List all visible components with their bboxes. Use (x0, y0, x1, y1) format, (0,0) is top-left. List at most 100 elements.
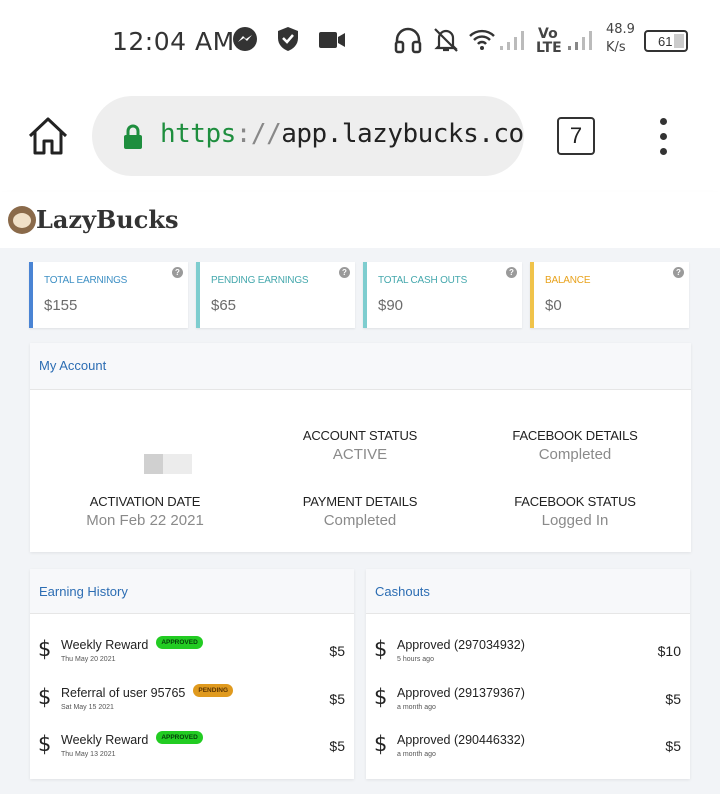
dollar-icon: $ (38, 732, 52, 756)
panel-header: Cashouts (366, 569, 690, 614)
facebook-status-label: FACEBOOK STATUS (514, 494, 636, 509)
stat-accent (196, 262, 200, 328)
browser-toolbar: https://app.lazybucks.co 7 (0, 80, 720, 192)
stat-label: Total Earnings (44, 275, 128, 286)
panel-header: Earning History (30, 569, 354, 614)
stat-label: Total Cash Outs (378, 275, 468, 286)
url-scheme: https (160, 119, 236, 149)
app-header: LazyBucks (0, 192, 720, 248)
stat-card-pending-earnings: Pending Earnings $65 ? (196, 262, 355, 328)
battery-icon: 61 (644, 30, 688, 52)
panel-header: My Account (30, 343, 691, 390)
cashouts-panel: Cashouts $ Approved (297034932) 5 hours … (366, 569, 690, 779)
stat-accent (530, 262, 534, 328)
status-bar: 12:04 AM Vo LTE 48.9 K/s 61 (0, 0, 720, 80)
payment-details-value: Completed (323, 512, 397, 529)
video-camera-icon (319, 32, 345, 48)
stat-value: $155 (44, 297, 78, 314)
facebook-status-value: Logged In (541, 512, 609, 529)
row-amount: $5 (665, 691, 681, 707)
tab-switcher-button[interactable]: 7 (557, 117, 595, 155)
row-title-text: Referral of user 95765 (61, 686, 186, 700)
app-logo-text[interactable]: LazyBucks (36, 205, 179, 234)
home-icon[interactable] (26, 116, 70, 156)
row-amount: $5 (329, 643, 345, 659)
stat-value: $65 (211, 297, 237, 314)
signal-icon (568, 31, 592, 50)
stat-label: Pending Earnings (211, 275, 309, 286)
my-account-panel: My Account ACCOUNT STATUS ACTIVE FACEBOO… (30, 343, 691, 552)
row-title: Approved (290446332) (397, 733, 525, 747)
activation-date-value: Mon Feb 22 2021 (86, 512, 204, 529)
stat-label: Balance (545, 275, 591, 286)
facebook-details-value: Completed (538, 446, 612, 463)
status-badge: APPROVED (156, 731, 203, 745)
panel-title: Cashouts (375, 584, 430, 599)
activation-date-label: ACTIVATION DATE (89, 494, 201, 509)
row-date: Thu May 20 2021 (61, 656, 116, 663)
row-date: Thu May 13 2021 (61, 751, 116, 758)
row-date: a month ago (397, 704, 436, 711)
notifications-off-icon (434, 28, 458, 52)
row-date: Sat May 15 2021 (61, 704, 114, 711)
stat-value: $0 (545, 297, 562, 314)
row-amount: $5 (329, 691, 345, 707)
dollar-icon: $ (374, 637, 388, 661)
row-title-text: Weekly Reward (61, 733, 149, 747)
dollar-icon: $ (374, 732, 388, 756)
network-speed-unit: K/s (606, 40, 626, 55)
status-time: 12:04 AM (112, 27, 235, 56)
sloth-logo-face (13, 213, 31, 228)
help-icon[interactable]: ? (339, 267, 350, 278)
help-icon[interactable]: ? (506, 267, 517, 278)
earning-history-panel: Earning History $ Weekly Reward APPROVED … (30, 569, 354, 779)
row-date: a month ago (397, 751, 436, 758)
panel-title: Earning History (39, 584, 128, 599)
more-vert-icon[interactable] (660, 118, 670, 156)
list-item: $ Approved (297034932) 5 hours ago $10 (366, 631, 690, 677)
url-separator: :// (235, 119, 282, 149)
payment-details-label: PAYMENT DETAILS (302, 494, 418, 509)
network-type-bottom: LTE (536, 40, 562, 56)
wifi-icon (469, 29, 495, 50)
help-icon[interactable]: ? (172, 267, 183, 278)
row-title: Approved (297034932) (397, 638, 525, 652)
list-item: $ Approved (291379367) a month ago $5 (366, 679, 690, 725)
url-host: app.lazybucks.co (281, 119, 524, 149)
list-item: $ Weekly Reward APPROVED Thu May 20 2021 … (30, 631, 354, 677)
battery-level: 61 (658, 34, 673, 49)
shield-icon (278, 27, 298, 51)
list-item: $ Weekly Reward APPROVED Thu May 13 2021 … (30, 726, 354, 772)
list-item: $ Approved (290446332) a month ago $5 (366, 726, 690, 772)
stat-value: $90 (378, 297, 404, 314)
status-badge: APPROVED (156, 636, 203, 650)
row-amount: $5 (665, 738, 681, 754)
stat-accent (363, 262, 367, 328)
row-title: Referral of user 95765 PENDING (61, 684, 234, 700)
stat-card-balance: Balance $0 ? (530, 262, 689, 328)
list-item: $ Referral of user 95765 PENDING Sat May … (30, 679, 354, 725)
row-title: Weekly Reward APPROVED (61, 731, 203, 747)
url-text[interactable]: https://app.lazybucks.co (160, 119, 524, 149)
row-amount: $10 (657, 643, 681, 659)
facebook-details-label: FACEBOOK DETAILS (512, 428, 638, 443)
row-date: 5 hours ago (397, 656, 434, 663)
row-title-text: Weekly Reward (61, 638, 149, 652)
row-title: Weekly Reward APPROVED (61, 636, 203, 652)
help-icon[interactable]: ? (673, 267, 684, 278)
account-status-value: ACTIVE (332, 446, 388, 463)
stat-card-total-earnings: Total Earnings $155 ? (29, 262, 188, 328)
stat-card-total-cash-outs: Total Cash Outs $90 ? (363, 262, 522, 328)
dollar-icon: $ (38, 637, 52, 661)
network-speed-value: 48.9 (606, 22, 635, 37)
status-badge: PENDING (193, 684, 234, 698)
messenger-icon (233, 27, 257, 51)
dashboard-content: Total Earnings $155 ? Pending Earnings $… (0, 248, 720, 794)
lock-icon[interactable] (122, 124, 144, 150)
panel-title: My Account (39, 358, 107, 373)
headphones-icon (394, 27, 422, 54)
row-amount: $5 (329, 738, 345, 754)
row-title: Approved (291379367) (397, 686, 525, 700)
dollar-icon: $ (374, 685, 388, 709)
profile-image-placeholder (144, 454, 192, 474)
